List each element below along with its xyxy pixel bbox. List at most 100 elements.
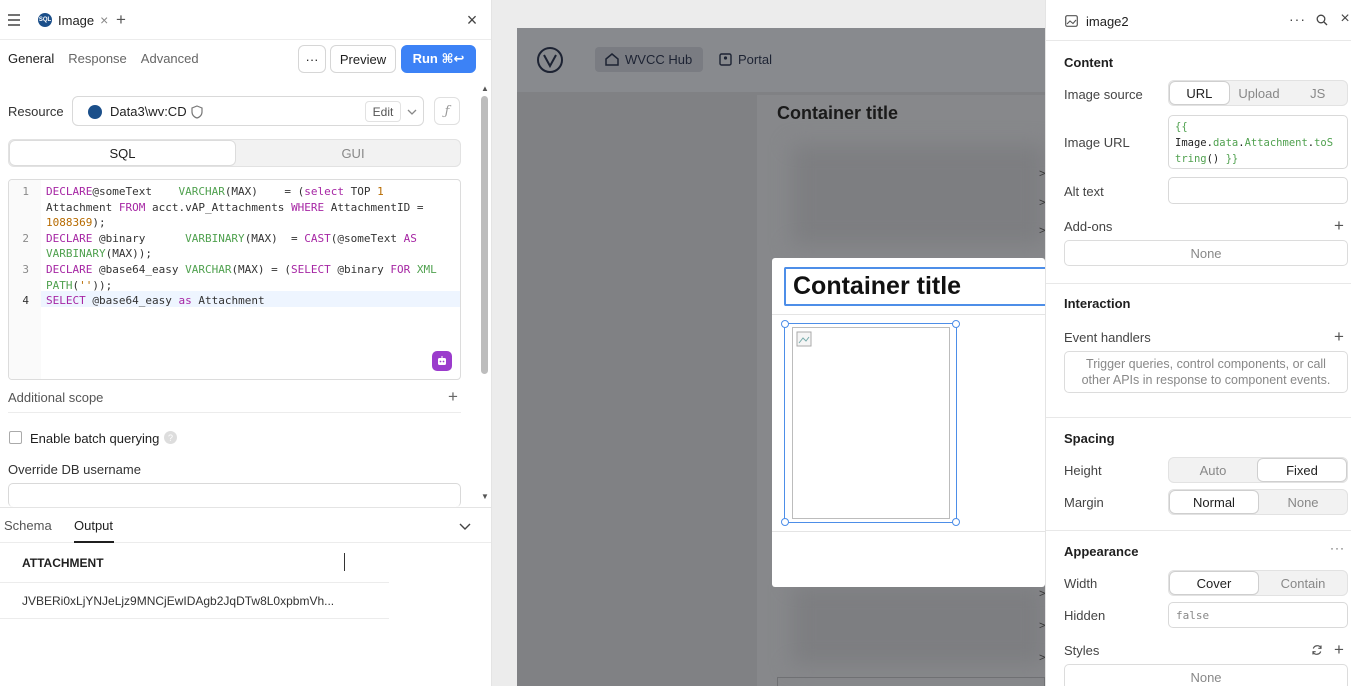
source-upload-button[interactable]: Upload — [1230, 81, 1289, 105]
resource-label: Resource — [8, 104, 64, 119]
override-db-input[interactable] — [8, 483, 461, 507]
app-canvas[interactable]: WVCC Hub Portal Container title > > > Co… — [492, 0, 1045, 686]
table-cell: JVBERi0xLjYNJeLjz9MNCjEwIDAgb2JqDTw8L0xp… — [22, 594, 335, 608]
collapse-chevron-icon[interactable] — [458, 520, 472, 532]
tab-schema[interactable]: Schema — [4, 518, 52, 533]
code-line: {{ — [1175, 121, 1188, 133]
code-line: Image.data.Attachment.toS — [1175, 137, 1334, 149]
height-fixed-button[interactable]: Fixed — [1257, 458, 1347, 482]
preview-button[interactable]: Preview — [330, 45, 396, 73]
resize-handle[interactable] — [952, 320, 960, 328]
edit-resource-button[interactable]: Edit — [365, 101, 401, 122]
alt-text-input[interactable] — [1168, 177, 1348, 204]
line-number: 1 — [22, 185, 29, 198]
image-source-toggle: URL Upload JS — [1168, 80, 1348, 106]
home-icon — [605, 53, 619, 66]
container-outline — [777, 677, 1045, 686]
batch-querying-checkbox[interactable] — [9, 431, 22, 444]
line-number: 2 — [22, 232, 29, 245]
width-toggle: Cover Contain — [1168, 570, 1348, 596]
component-name[interactable]: image2 — [1086, 14, 1129, 29]
assist-bot-icon[interactable] — [432, 351, 452, 371]
scroll-down-icon[interactable]: ▼ — [481, 492, 489, 501]
divider — [772, 531, 1045, 532]
nav-wvcc-hub[interactable]: WVCC Hub — [595, 47, 703, 72]
resize-handle[interactable] — [952, 518, 960, 526]
tab-output[interactable]: Output — [74, 518, 113, 533]
height-label: Height — [1064, 463, 1102, 478]
sql-editor[interactable]: 1 2 3 4 DECLARE@someText VARCHAR(MAX) = … — [8, 179, 461, 380]
help-icon[interactable]: ? — [164, 431, 177, 444]
column-resize-handle[interactable] — [344, 553, 345, 571]
shield-icon — [190, 104, 204, 119]
editor-gutter — [9, 180, 41, 379]
container-title-editor[interactable]: Container title — [784, 267, 1045, 306]
run-button[interactable]: Run ⌘↩ — [401, 45, 476, 73]
margin-none-button[interactable]: None — [1259, 490, 1347, 514]
width-contain-button[interactable]: Contain — [1259, 571, 1347, 595]
resource-select[interactable]: Data3\wv:CD Edit — [72, 96, 424, 126]
addons-list[interactable]: None — [1064, 240, 1348, 266]
portal-icon — [719, 53, 732, 66]
close-icon[interactable]: × — [1338, 10, 1351, 27]
divider — [772, 314, 1045, 315]
tab-response[interactable]: Response — [68, 51, 127, 66]
nav-portal[interactable]: Portal — [719, 47, 772, 72]
resize-handle[interactable] — [781, 518, 789, 526]
divider — [1046, 40, 1351, 41]
image-source-label: Image source — [1064, 87, 1143, 102]
editor-scrollbar[interactable] — [481, 96, 488, 374]
width-cover-button[interactable]: Cover — [1169, 571, 1259, 595]
broken-image-icon — [796, 331, 812, 347]
tab-advanced[interactable]: Advanced — [141, 51, 199, 66]
sql-mode-button[interactable]: SQL — [9, 140, 236, 166]
add-event-handler-icon[interactable]: + — [1334, 327, 1344, 347]
close-tab-icon[interactable]: × — [100, 12, 108, 28]
broken-image — [792, 327, 950, 519]
more-icon[interactable]: ··· — [1289, 11, 1306, 27]
gui-mode-button[interactable]: GUI — [244, 140, 462, 166]
sql-gui-toggle: SQL GUI — [8, 139, 461, 167]
resource-value: Data3\wv:CD — [110, 104, 187, 119]
code-line: Attachment FROM acct.vAP_Attachments WHE… — [46, 200, 424, 214]
query-tab-label: Image — [58, 12, 95, 28]
margin-normal-button[interactable]: Normal — [1169, 490, 1259, 514]
appearance-more-icon[interactable]: ··· — [1330, 541, 1345, 555]
add-scope-icon[interactable]: + — [445, 387, 461, 406]
function-icon[interactable]: ƒ — [434, 97, 460, 125]
container-title: Container title — [793, 272, 962, 300]
image-component-selected[interactable] — [781, 320, 960, 526]
reset-styles-icon[interactable] — [1310, 643, 1324, 657]
hidden-input[interactable]: false — [1168, 602, 1348, 628]
table-row[interactable]: JVBERi0xLjYNJeLjz9MNCjEwIDAgb2JqDTw8L0xp… — [0, 583, 389, 619]
tab-general[interactable]: General — [8, 51, 54, 66]
alt-text-label: Alt text — [1064, 184, 1104, 199]
close-panel-icon[interactable]: × — [464, 10, 480, 30]
image-icon — [1064, 14, 1078, 28]
query-tab-image[interactable]: SQL Image × — [32, 9, 114, 31]
chevron-down-icon[interactable] — [405, 104, 419, 119]
add-addon-icon[interactable]: + — [1334, 216, 1344, 236]
more-options-button[interactable]: ··· — [298, 45, 326, 73]
resize-handle[interactable] — [781, 320, 789, 328]
query-subtabs: General Response Advanced — [8, 51, 199, 66]
height-auto-button[interactable]: Auto — [1169, 458, 1257, 482]
image-url-input[interactable]: {{Image.data.Attachment.toS tring() }} — [1168, 115, 1348, 169]
scroll-up-icon[interactable]: ▲ — [481, 84, 489, 93]
hamburger-menu-icon[interactable] — [6, 12, 22, 28]
event-handlers-empty[interactable]: Trigger queries, control components, or … — [1064, 351, 1348, 393]
add-tab-icon[interactable]: + — [114, 10, 128, 29]
column-header-attachment[interactable]: ATTACHMENT — [22, 556, 104, 570]
code-line: 1088369); — [46, 216, 106, 230]
styles-list[interactable]: None — [1064, 664, 1348, 686]
query-tab-bar: SQL Image × + × — [0, 0, 491, 40]
logo-icon — [537, 47, 563, 73]
search-icon[interactable] — [1315, 13, 1329, 27]
code-line: DECLARE@someText VARCHAR(MAX) = (select … — [46, 185, 384, 198]
source-js-button[interactable]: JS — [1288, 81, 1347, 105]
modal-container[interactable]: Container title — [772, 258, 1045, 587]
margin-label: Margin — [1064, 495, 1104, 510]
add-style-icon[interactable]: + — [1334, 640, 1344, 660]
code-content[interactable]: DECLARE@someText VARCHAR(MAX) = (select … — [46, 184, 437, 309]
source-url-button[interactable]: URL — [1169, 81, 1230, 105]
